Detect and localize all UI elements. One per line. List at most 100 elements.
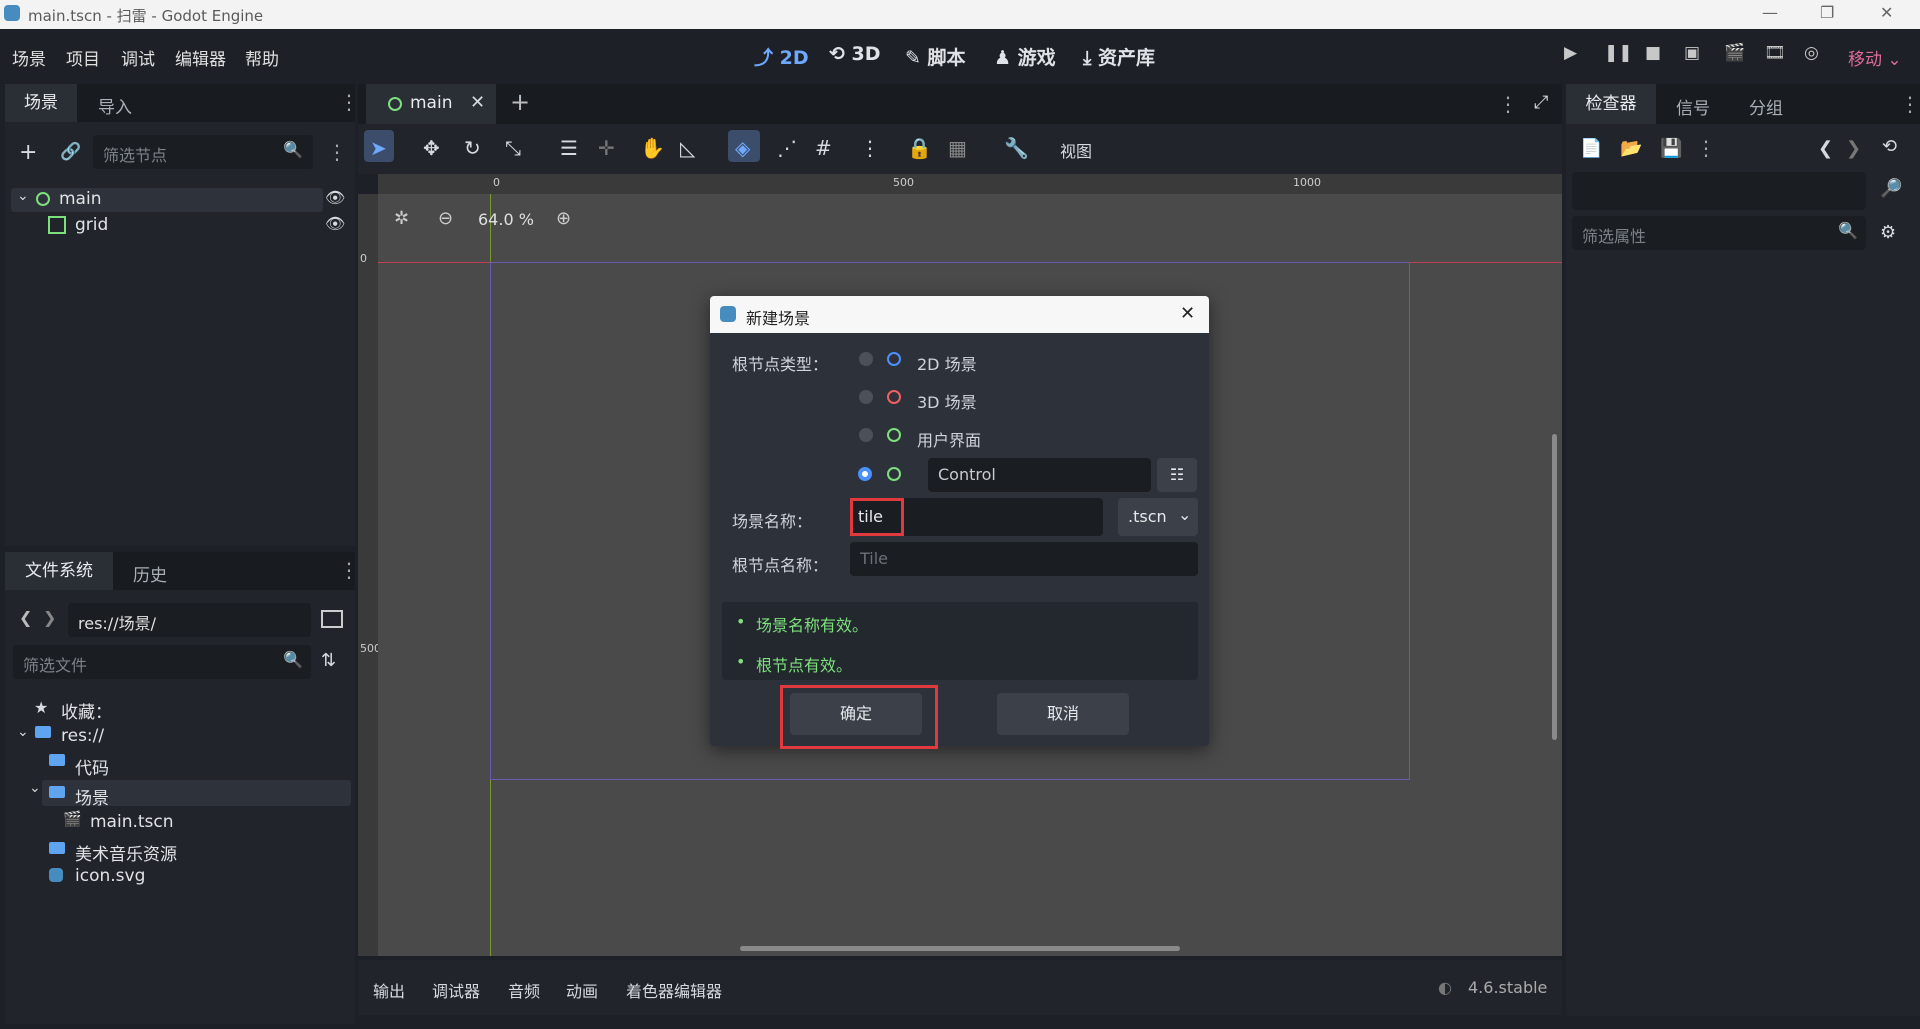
doc-search-icon[interactable]: 🔎: [1880, 178, 1902, 199]
workspace-game-button[interactable]: ♟ 游戏: [994, 43, 1056, 70]
snap-options-icon[interactable]: ⋮: [860, 136, 880, 160]
play-icon[interactable]: ▶: [1564, 43, 1577, 63]
grid-snap-icon[interactable]: ⋰: [777, 136, 797, 160]
grid-toggle-icon[interactable]: #: [815, 136, 832, 160]
tab-signals[interactable]: 信号: [1676, 94, 1710, 119]
renderer-selector[interactable]: 移动 ⌄: [1848, 45, 1902, 70]
root-name-field[interactable]: Tile: [850, 542, 1198, 576]
tree-row-main[interactable]: [11, 188, 323, 212]
tab-options-icon[interactable]: ⋮: [1498, 92, 1518, 116]
horizontal-scrollbar[interactable]: [740, 946, 1180, 951]
zoom-out-icon[interactable]: ⊖: [438, 208, 453, 229]
radio-3d-scene[interactable]: [859, 390, 873, 404]
folder-code[interactable]: 代码: [75, 754, 109, 779]
tab-import[interactable]: 导入: [98, 93, 132, 118]
tab-output[interactable]: 输出: [373, 978, 405, 1002]
open-folder-icon[interactable]: 📂: [1620, 138, 1642, 159]
scene-options-icon[interactable]: ⋮: [327, 140, 347, 164]
play-custom-scene-icon[interactable]: 🎞: [1764, 43, 1786, 63]
workspace-2d-button[interactable]: ⤴ 2D: [754, 43, 809, 70]
more-options-icon[interactable]: ⋮: [339, 90, 359, 114]
property-options-icon[interactable]: ⚙: [1880, 222, 1896, 243]
tab-debugger[interactable]: 调试器: [432, 978, 480, 1002]
ruler-mode-icon[interactable]: ◺: [680, 136, 695, 160]
play-scene-icon[interactable]: 🎬: [1724, 43, 1745, 63]
zoom-in-icon[interactable]: ⊕: [556, 208, 571, 229]
center-view-icon[interactable]: ✲: [394, 208, 409, 229]
minimize-button[interactable]: —: [1762, 3, 1778, 22]
visibility-eye-icon[interactable]: 👁: [325, 188, 345, 207]
history-back-icon[interactable]: ❮: [1818, 138, 1833, 159]
add-tab-icon[interactable]: +: [510, 88, 530, 116]
workspace-assetlib-button[interactable]: ⤓ 资产库: [1083, 43, 1155, 70]
menu-scene[interactable]: 场景: [12, 45, 46, 70]
folder-art-music[interactable]: 美术音乐资源: [75, 840, 177, 865]
object-selector-field[interactable]: [1572, 172, 1866, 210]
group-icon[interactable]: ▦: [948, 136, 967, 160]
forward-arrow-icon[interactable]: ❯: [43, 608, 56, 627]
menu-editor[interactable]: 编辑器: [175, 45, 226, 70]
property-filter-field[interactable]: 筛选属性 🔍: [1572, 216, 1866, 250]
menu-project[interactable]: 项目: [66, 45, 100, 70]
tab-filesystem[interactable]: 文件系统: [5, 552, 113, 590]
vertical-scrollbar[interactable]: [1552, 434, 1557, 740]
workspace-3d-button[interactable]: ⟲ 3D: [829, 43, 881, 65]
workspace-script-button[interactable]: ✎ 脚本: [905, 43, 966, 70]
smart-snap-icon[interactable]: ◈: [735, 136, 750, 160]
option-user-interface[interactable]: 用户界面: [917, 427, 981, 451]
lock-icon[interactable]: 🔒: [907, 136, 932, 160]
movie-maker-icon[interactable]: ◎: [1804, 43, 1819, 63]
option-2d-scene[interactable]: 2D 场景: [917, 351, 977, 375]
node-filter-field[interactable]: 筛选节点 🔍: [93, 135, 313, 169]
remote-debug-icon[interactable]: ▣: [1684, 43, 1700, 63]
link-icon[interactable]: 🔗: [60, 142, 81, 162]
tab-groups[interactable]: 分组: [1749, 94, 1783, 119]
folder-res[interactable]: res://: [61, 726, 104, 746]
menu-help[interactable]: 帮助: [245, 45, 279, 70]
close-icon[interactable]: ✕: [1180, 303, 1195, 324]
pivot-icon[interactable]: ✛: [598, 136, 615, 160]
stop-icon[interactable]: ■: [1645, 43, 1661, 63]
pause-icon[interactable]: ❚❚: [1604, 43, 1633, 63]
new-resource-icon[interactable]: 📄: [1580, 138, 1602, 159]
tab-main[interactable]: main ✕: [366, 84, 496, 124]
expand-arrow-icon[interactable]: ⌄: [29, 780, 41, 796]
restore-button[interactable]: ❐: [1820, 3, 1834, 22]
back-arrow-icon[interactable]: ❮: [19, 608, 32, 627]
tab-animation[interactable]: 动画: [566, 978, 598, 1002]
tab-shader-editor[interactable]: 着色器编辑器: [626, 978, 722, 1002]
custom-type-field[interactable]: Control: [928, 458, 1151, 492]
save-icon[interactable]: 💾: [1660, 138, 1682, 159]
split-mode-icon[interactable]: [321, 610, 343, 628]
distraction-free-icon[interactable]: ⤢: [1534, 92, 1548, 113]
radio-2d-scene[interactable]: [859, 352, 873, 366]
view-menu-button[interactable]: 视图: [1060, 138, 1092, 162]
history-icon[interactable]: ⟲: [1882, 136, 1897, 157]
radio-user-interface[interactable]: [859, 428, 873, 442]
visibility-eye-icon[interactable]: 👁: [325, 214, 345, 233]
move-mode-icon[interactable]: ✥: [423, 136, 440, 160]
cancel-button[interactable]: 取消: [997, 693, 1129, 735]
resource-options-icon[interactable]: ⋮: [1696, 136, 1716, 160]
list-select-icon[interactable]: ☰: [560, 136, 578, 160]
more-options-icon[interactable]: ⋮: [1900, 92, 1920, 116]
file-main-tscn[interactable]: main.tscn: [90, 812, 174, 832]
history-forward-icon[interactable]: ❯: [1846, 138, 1861, 159]
zoom-level[interactable]: 64.0 %: [478, 210, 534, 229]
rotate-mode-icon[interactable]: ↻: [464, 136, 481, 160]
expand-arrow-icon[interactable]: ⌄: [17, 724, 29, 740]
path-field[interactable]: res://场景/: [68, 603, 311, 637]
select-mode-icon[interactable]: ➤: [370, 136, 387, 160]
menu-debug[interactable]: 调试: [121, 45, 155, 70]
scale-mode-icon[interactable]: ⤡: [505, 136, 521, 160]
confirm-button[interactable]: 确定: [790, 693, 922, 735]
option-3d-scene[interactable]: 3D 场景: [917, 389, 977, 413]
expand-arrow-icon[interactable]: ⌄: [17, 188, 29, 204]
pan-mode-icon[interactable]: ✋: [640, 136, 665, 160]
extension-dropdown[interactable]: .tscn ⌄: [1118, 498, 1198, 536]
close-tab-icon[interactable]: ✕: [470, 92, 485, 113]
select-type-icon[interactable]: ☷: [1157, 458, 1197, 492]
tab-history[interactable]: 历史: [133, 561, 167, 586]
radio-custom-type[interactable]: [858, 467, 872, 481]
tab-inspector[interactable]: 检查器: [1566, 84, 1656, 124]
